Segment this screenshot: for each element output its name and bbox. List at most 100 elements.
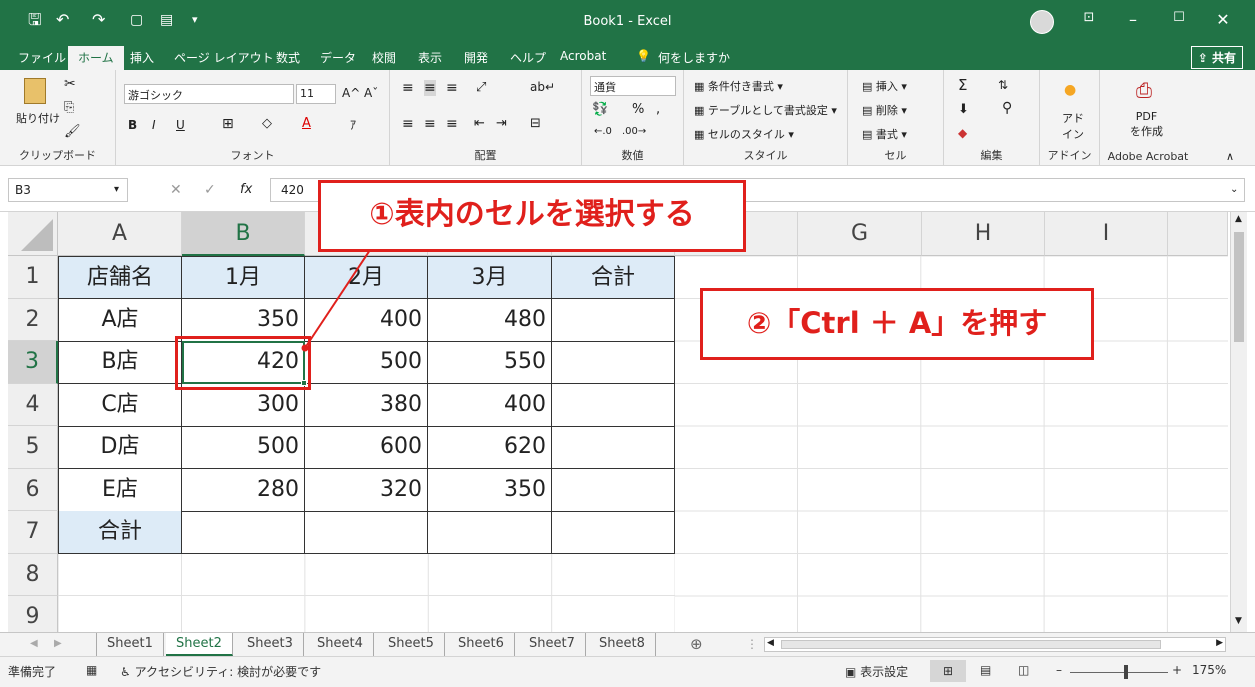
zoom-out-icon[interactable]: –: [1056, 663, 1062, 677]
decrease-decimal-icon[interactable]: .00→: [622, 126, 646, 137]
scroll-down-icon[interactable]: ▼: [1235, 616, 1242, 626]
scroll-thumb[interactable]: [1234, 232, 1244, 342]
row-header-7[interactable]: 7: [8, 511, 58, 554]
share-button[interactable]: ⇪ 共有: [1190, 46, 1243, 69]
cell-e4[interactable]: [552, 384, 675, 427]
page-layout-view-icon[interactable]: ▤: [980, 663, 991, 677]
addins-button[interactable]: アド イン: [1062, 110, 1084, 142]
accessibility-status[interactable]: ♿ アクセシビリティ: 検討が必要です: [120, 663, 321, 680]
cell-c2[interactable]: 400: [305, 299, 428, 342]
cell-c5[interactable]: 600: [305, 426, 428, 469]
close-icon[interactable]: ✕: [1208, 10, 1238, 29]
decrease-indent-icon[interactable]: ⇤: [474, 116, 485, 131]
column-header-i[interactable]: I: [1045, 212, 1168, 256]
cell-e2[interactable]: [552, 299, 675, 342]
bold-button[interactable]: B: [128, 118, 137, 132]
font-color-icon[interactable]: A: [302, 116, 311, 131]
cell-a1[interactable]: 店舗名: [58, 256, 182, 299]
cell-e6[interactable]: [552, 469, 675, 512]
tab-acrobat[interactable]: Acrobat: [560, 49, 606, 63]
percent-style-button[interactable]: %: [632, 102, 644, 117]
cell-d1[interactable]: 3月: [428, 256, 552, 299]
row-header-5[interactable]: 5: [8, 426, 58, 469]
sheet-tab-8[interactable]: Sheet8: [589, 633, 656, 656]
orientation-icon[interactable]: ⤢: [476, 80, 486, 95]
sort-filter-icon[interactable]: ⇅: [998, 78, 1008, 92]
tab-page-layout[interactable]: ページ レイアウト: [174, 49, 274, 66]
column-header-b[interactable]: B: [182, 212, 305, 256]
tab-file[interactable]: ファイル: [18, 49, 66, 66]
format-cells-button[interactable]: ▤ 書式 ▾: [862, 126, 907, 142]
scroll-right-icon[interactable]: ▶: [1216, 638, 1223, 648]
normal-view-icon[interactable]: ⊞: [930, 660, 966, 682]
fill-color-icon[interactable]: ◇: [262, 116, 272, 131]
cell-a2[interactable]: A店: [58, 299, 182, 342]
increase-indent-icon[interactable]: ⇥: [496, 116, 507, 131]
cell-b4[interactable]: 300: [182, 384, 305, 427]
cut-icon[interactable]: ✂: [64, 76, 76, 92]
cell-styles-button[interactable]: ▦ セルのスタイル ▾: [694, 126, 794, 142]
cell-e3[interactable]: [552, 341, 675, 384]
minimize-icon[interactable]: –: [1118, 10, 1148, 29]
phonetic-icon[interactable]: ｱ: [350, 116, 356, 133]
delete-cells-button[interactable]: ▤ 削除 ▾: [862, 102, 907, 118]
sheet-tab-6[interactable]: Sheet6: [448, 633, 515, 656]
grow-font-icon[interactable]: A^: [342, 86, 360, 100]
format-as-table-button[interactable]: ▦ テーブルとして書式設定 ▾: [694, 102, 837, 118]
enter-icon[interactable]: ✓: [204, 182, 216, 198]
align-top-icon[interactable]: ≡: [402, 80, 414, 96]
cell-e5[interactable]: [552, 426, 675, 469]
cell-c7[interactable]: [305, 511, 428, 554]
zoom-slider[interactable]: [1070, 672, 1168, 673]
underline-button[interactable]: U: [176, 118, 185, 132]
addins-icon[interactable]: ●: [1064, 82, 1076, 98]
select-all-button[interactable]: [8, 212, 58, 256]
collapse-ribbon-icon[interactable]: ∧: [1226, 150, 1234, 163]
tab-developer[interactable]: 開発: [464, 49, 488, 66]
zoom-in-icon[interactable]: +: [1172, 663, 1182, 677]
align-left-icon[interactable]: ≡: [402, 116, 414, 132]
scroll-up-icon[interactable]: ▲: [1235, 214, 1242, 224]
cell-d5[interactable]: 620: [428, 426, 552, 469]
paste-button[interactable]: 貼り付け: [16, 110, 60, 126]
cancel-icon[interactable]: ✕: [170, 182, 182, 198]
cell-a7[interactable]: 合計: [58, 511, 182, 554]
align-center-icon[interactable]: ≡: [424, 116, 436, 132]
tab-data[interactable]: データ: [320, 49, 356, 66]
cell-d2[interactable]: 480: [428, 299, 552, 342]
align-bottom-icon[interactable]: ≡: [446, 80, 458, 96]
macro-record-icon[interactable]: ▦: [86, 663, 97, 677]
sheet-tab-1[interactable]: Sheet1: [96, 633, 164, 656]
row-header-4[interactable]: 4: [8, 384, 58, 426]
page-break-view-icon[interactable]: ◫: [1018, 663, 1029, 677]
cell-c1[interactable]: 2月: [305, 256, 428, 299]
find-select-icon[interactable]: ⚲: [1002, 100, 1012, 116]
sheet-tab-3[interactable]: Sheet3: [237, 633, 304, 656]
comma-style-button[interactable]: ,: [656, 102, 660, 117]
font-name-select[interactable]: 游ゴシック: [124, 84, 294, 104]
row-header-3[interactable]: 3: [8, 341, 58, 384]
fill-icon[interactable]: ⬇: [958, 102, 969, 117]
cell-d7[interactable]: [428, 511, 552, 554]
column-header-j[interactable]: [1168, 212, 1228, 256]
pdf-icon[interactable]: ⎙: [1136, 78, 1152, 102]
avatar[interactable]: [1030, 10, 1054, 34]
next-sheet-icon[interactable]: ▶: [54, 638, 62, 649]
h-scroll-thumb[interactable]: [781, 640, 1161, 649]
tab-insert[interactable]: 挿入: [130, 49, 154, 66]
cell-b7[interactable]: [182, 511, 305, 554]
cell-b1[interactable]: 1月: [182, 256, 305, 299]
row-header-6[interactable]: 6: [8, 469, 58, 511]
zoom-level[interactable]: 175%: [1192, 663, 1226, 677]
zoom-slider-thumb[interactable]: [1124, 665, 1128, 679]
sheet-tab-2[interactable]: Sheet2: [166, 633, 233, 656]
number-format-select[interactable]: 通貨: [590, 76, 676, 96]
worksheet-grid[interactable]: A B C D E F G H I 1 2 3 4 5 6 7 8 9 店舗名 …: [8, 212, 1228, 632]
cell-a5[interactable]: D店: [58, 426, 182, 469]
merge-center-icon[interactable]: ⊟: [530, 116, 541, 131]
column-header-h[interactable]: H: [922, 212, 1045, 256]
autosum-icon[interactable]: Σ: [958, 76, 967, 94]
cell-c6[interactable]: 320: [305, 469, 428, 512]
row-header-8[interactable]: 8: [8, 554, 58, 596]
cell-d6[interactable]: 350: [428, 469, 552, 512]
